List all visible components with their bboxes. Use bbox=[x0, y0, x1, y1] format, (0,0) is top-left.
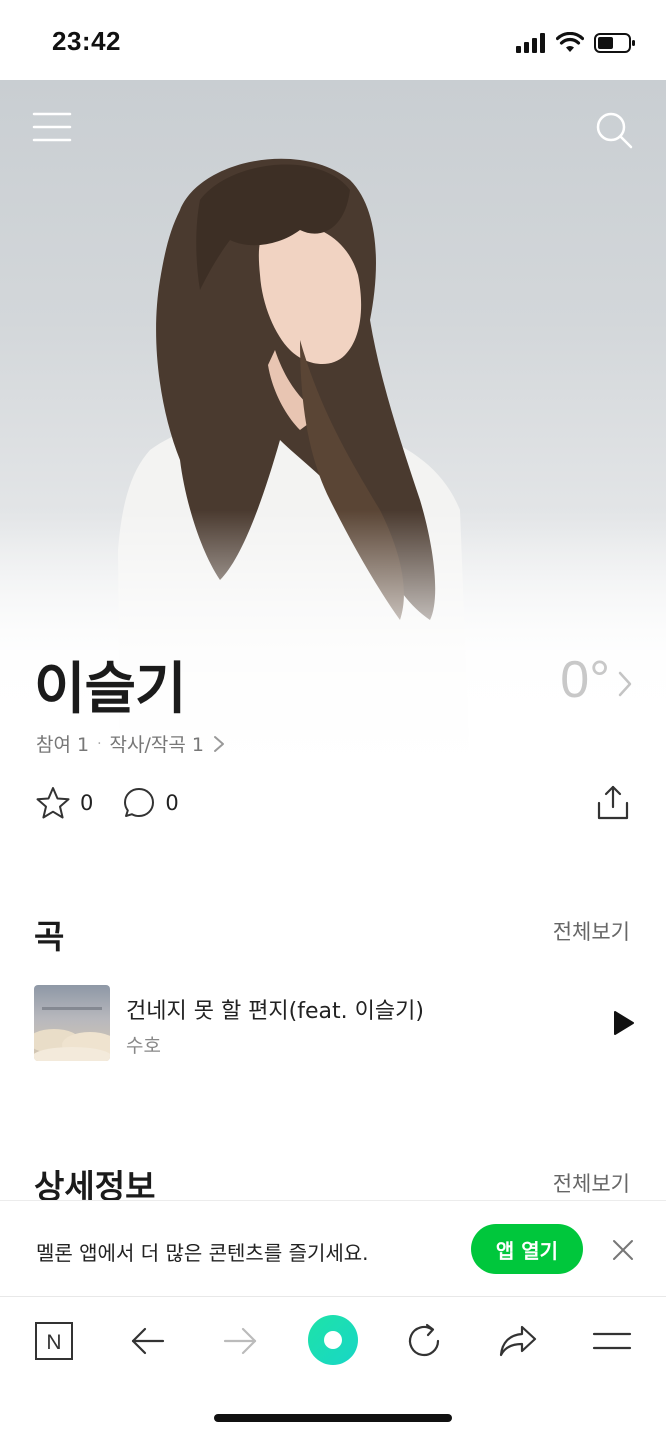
arrow-right-icon bbox=[223, 1327, 257, 1355]
play-icon[interactable] bbox=[612, 1009, 636, 1037]
share-page-button[interactable] bbox=[494, 1317, 542, 1365]
participation-count: 참여 1 bbox=[36, 734, 90, 756]
status-icons bbox=[516, 28, 636, 58]
forward-share-icon bbox=[499, 1325, 537, 1357]
chevron-right-icon bbox=[214, 735, 224, 752]
menu-icon[interactable] bbox=[32, 110, 72, 144]
cellular-signal-icon bbox=[516, 33, 545, 53]
app-promo-text: 멜론 앱에서 더 많은 콘텐츠를 즐기세요. bbox=[36, 1241, 369, 1265]
forward-button[interactable] bbox=[216, 1317, 264, 1365]
songwriting-count: 작사/작곡 1 bbox=[109, 734, 204, 756]
album-art[interactable] bbox=[34, 985, 110, 1061]
close-icon[interactable] bbox=[612, 1239, 634, 1261]
reload-button[interactable] bbox=[400, 1317, 448, 1365]
menu-lines-icon bbox=[592, 1332, 632, 1350]
back-button[interactable] bbox=[124, 1317, 172, 1365]
open-app-button[interactable]: 앱 열기 bbox=[471, 1224, 583, 1274]
comment-count: 0 bbox=[165, 791, 179, 815]
song-list-item[interactable]: 건네지 못 할 편지(feat. 이슬기) 수호 bbox=[34, 985, 634, 1063]
search-icon[interactable] bbox=[594, 110, 634, 150]
songs-section-title: 곡 bbox=[34, 917, 65, 956]
chevron-right-icon[interactable] bbox=[616, 669, 634, 699]
home-indicator[interactable] bbox=[214, 1414, 452, 1422]
song-title: 건네지 못 할 편지(feat. 이슬기) bbox=[126, 999, 424, 1024]
comment-icon[interactable] bbox=[123, 787, 155, 819]
star-icon[interactable] bbox=[36, 786, 70, 820]
artist-credits[interactable]: 참여 1 · 작사/작곡 1 bbox=[36, 730, 226, 757]
status-bar: 23:42 bbox=[0, 0, 666, 80]
comment-stat[interactable]: 0 bbox=[123, 787, 179, 819]
status-time: 23:42 bbox=[52, 26, 121, 56]
like-stat[interactable]: 0 bbox=[36, 786, 93, 820]
browser-menu-button[interactable] bbox=[588, 1317, 636, 1365]
arrow-left-icon bbox=[131, 1327, 165, 1355]
details-see-all-link[interactable]: 전체보기 bbox=[553, 1168, 630, 1198]
artist-stats: 0 0 bbox=[36, 786, 179, 820]
wifi-icon bbox=[556, 32, 584, 52]
naver-home-label: N bbox=[46, 1331, 61, 1354]
songs-see-all-link[interactable]: 전체보기 bbox=[553, 916, 630, 946]
naver-home-icon: N bbox=[35, 1322, 73, 1360]
share-icon[interactable] bbox=[596, 785, 630, 821]
like-count: 0 bbox=[80, 791, 94, 815]
battery-icon bbox=[594, 33, 635, 53]
naver-home-button[interactable]: N bbox=[30, 1317, 78, 1365]
artist-temperature[interactable]: 0° bbox=[560, 650, 610, 710]
song-artist[interactable]: 수호 bbox=[126, 1031, 161, 1058]
green-dot-icon bbox=[308, 1315, 358, 1365]
meta-separator: · bbox=[97, 735, 102, 752]
naver-green-dot-button[interactable] bbox=[306, 1313, 360, 1367]
app-promo-banner: 멜론 앱에서 더 많은 콘텐츠를 즐기세요. 앱 열기 bbox=[0, 1200, 666, 1296]
refresh-icon bbox=[408, 1323, 440, 1357]
artist-name: 이슬기 bbox=[34, 657, 187, 722]
